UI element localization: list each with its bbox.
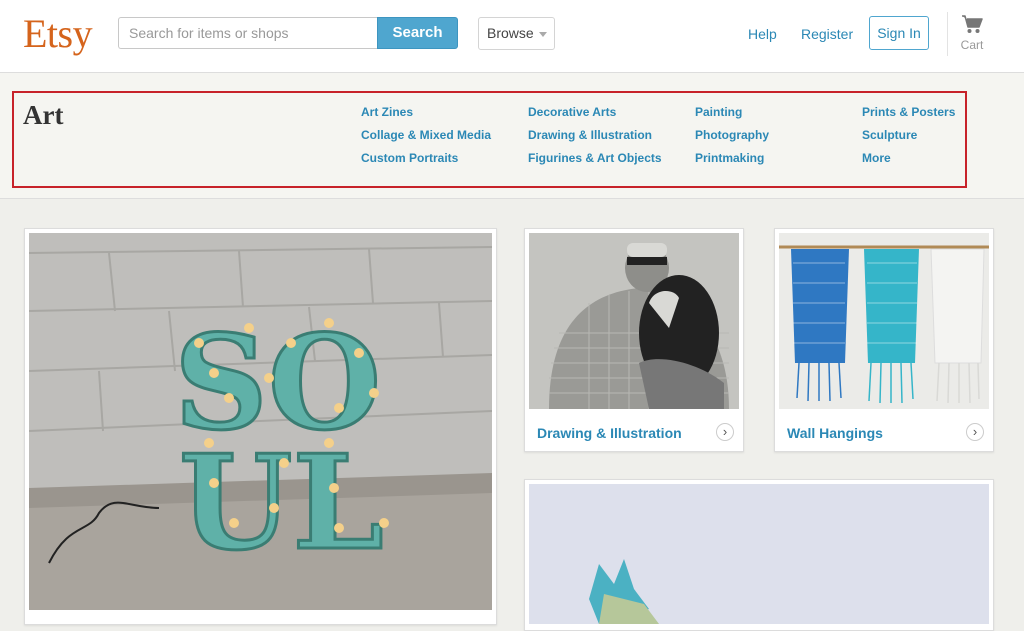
cat-link-prints-posters[interactable]: Prints & Posters xyxy=(862,105,955,119)
cat-link-figurines-art-objects[interactable]: Figurines & Art Objects xyxy=(528,151,662,165)
category-title: Art xyxy=(23,100,64,130)
cat-link-more[interactable]: More xyxy=(862,151,891,165)
chevron-right-icon[interactable]: › xyxy=(966,423,984,441)
cat-link-collage-mixed-media[interactable]: Collage & Mixed Media xyxy=(361,128,491,142)
cat-link-sculpture[interactable]: Sculpture xyxy=(862,128,917,142)
search-input[interactable] xyxy=(118,17,377,49)
cat-link-art-zines[interactable]: Art Zines xyxy=(361,105,413,119)
help-link[interactable]: Help xyxy=(748,26,777,42)
tile-label-drawing-illustration[interactable]: Drawing & Illustration xyxy=(537,425,682,441)
cart-label: Cart xyxy=(960,38,984,52)
tile-sculpture-preview[interactable] xyxy=(524,479,994,631)
search-button[interactable]: Search xyxy=(377,17,458,49)
drawing-illustration-image xyxy=(529,233,739,409)
cat-link-printmaking[interactable]: Printmaking xyxy=(695,151,764,165)
tile-label-wall-hangings[interactable]: Wall Hangings xyxy=(787,425,883,441)
header-divider xyxy=(947,12,948,56)
caret-down-icon xyxy=(539,32,547,37)
cat-link-photography[interactable]: Photography xyxy=(695,128,769,142)
browse-label: Browse xyxy=(487,25,534,41)
register-link[interactable]: Register xyxy=(801,26,853,42)
wall-hangings-image xyxy=(779,233,989,409)
cart-icon xyxy=(962,15,983,33)
site-header: Etsy Search Browse Help Register Sign In… xyxy=(0,0,1024,73)
featured-image: SO UL xyxy=(29,233,492,610)
cart-button[interactable]: Cart xyxy=(957,14,987,58)
cat-link-painting[interactable]: Painting xyxy=(695,105,742,119)
browse-dropdown[interactable]: Browse xyxy=(478,17,555,50)
cat-link-decorative-arts[interactable]: Decorative Arts xyxy=(528,105,616,119)
tile-wall-hangings[interactable]: Wall Hangings › xyxy=(774,228,994,452)
tile-drawing-illustration[interactable]: Drawing & Illustration › xyxy=(524,228,744,452)
featured-tile[interactable]: SO UL xyxy=(24,228,497,625)
sculpture-preview-image xyxy=(529,484,989,624)
chevron-right-icon[interactable]: › xyxy=(716,423,734,441)
cat-link-custom-portraits[interactable]: Custom Portraits xyxy=(361,151,458,165)
etsy-logo[interactable]: Etsy xyxy=(23,10,93,57)
category-nav-bar: Art Art Zines Collage & Mixed Media Cust… xyxy=(0,73,1024,199)
svg-text:UL: UL xyxy=(179,426,384,579)
cat-link-drawing-illustration[interactable]: Drawing & Illustration xyxy=(528,128,652,142)
sign-in-button[interactable]: Sign In xyxy=(869,16,929,50)
